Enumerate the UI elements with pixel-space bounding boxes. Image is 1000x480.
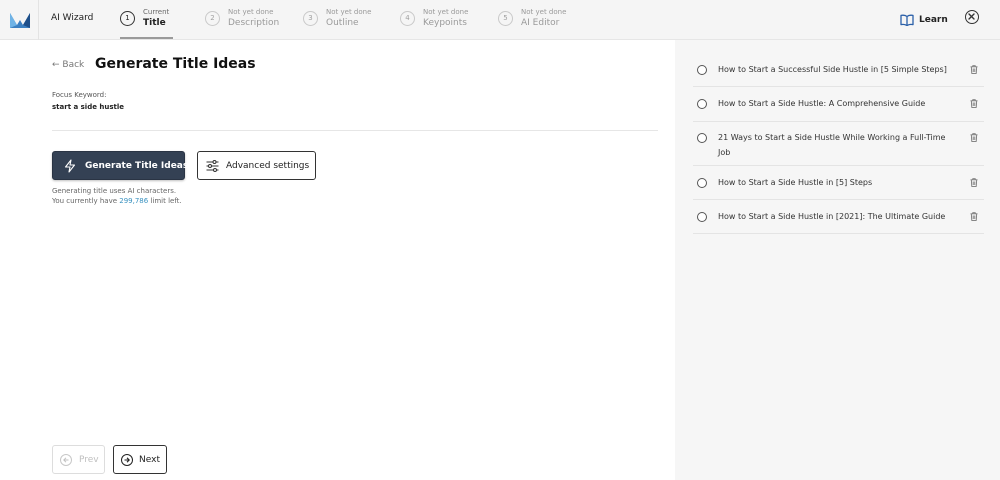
step-description[interactable]: 2 Not yet done Description <box>205 7 285 37</box>
title-idea-item[interactable]: How to Start a Successful Side Hustle in… <box>693 52 984 87</box>
step-number: 1 <box>120 11 135 26</box>
trash-icon[interactable] <box>970 212 978 221</box>
trash-icon[interactable] <box>970 99 978 108</box>
close-icon <box>968 13 975 20</box>
title-idea-text: 21 Ways to Start a Side Hustle While Wor… <box>718 133 946 157</box>
title-idea-text: How to Start a Side Hustle in [5] Steps <box>718 178 873 187</box>
step-ai-editor[interactable]: 5 Not yet done AI Editor <box>498 7 578 37</box>
app-logo-icon[interactable] <box>8 8 32 32</box>
logo-divider <box>38 0 39 40</box>
step-keypoints[interactable]: 4 Not yet done Keypoints <box>400 7 480 37</box>
arrow-right-circle-icon <box>121 454 133 466</box>
sliders-icon <box>206 160 219 172</box>
title-idea-text: How to Start a Side Hustle in [2021]: Th… <box>718 212 946 221</box>
close-wizard-button[interactable] <box>965 10 979 24</box>
focus-keyword-label: Focus Keyword: <box>52 91 107 99</box>
step-name: Outline <box>326 18 359 28</box>
lightning-icon <box>64 159 76 173</box>
title-idea-text: How to Start a Side Hustle: A Comprehens… <box>718 99 926 108</box>
advanced-settings-button[interactable]: Advanced settings <box>197 151 316 180</box>
top-bar: AI Wizard 1 Current Title 2 Not yet done… <box>0 0 1000 40</box>
next-button[interactable]: Next <box>113 445 167 474</box>
title-idea-radio[interactable] <box>697 133 707 143</box>
arrow-left-circle-icon <box>60 454 72 466</box>
generate-title-ideas-button[interactable]: Generate Title Ideas <box>52 151 189 180</box>
current-step-indicator <box>120 37 173 39</box>
trash-icon[interactable] <box>970 65 978 74</box>
step-name: Title <box>143 18 166 28</box>
advanced-button-label: Advanced settings <box>226 161 310 171</box>
title-idea-item[interactable]: How to Start a Side Hustle in [5] Steps <box>693 166 984 200</box>
step-status: Not yet done <box>228 8 274 16</box>
step-number: 5 <box>498 11 513 26</box>
limit-note: You currently have 299,786 limit left. <box>52 197 182 205</box>
step-number: 4 <box>400 11 415 26</box>
step-title[interactable]: 1 Current Title <box>120 7 180 37</box>
trash-icon[interactable] <box>970 133 978 142</box>
character-limit: 299,786 <box>119 197 149 205</box>
step-number: 2 <box>205 11 220 26</box>
prev-label: Prev <box>79 455 99 465</box>
title-idea-item[interactable]: How to Start a Side Hustle in [2021]: Th… <box>693 200 984 234</box>
step-status: Not yet done <box>326 8 372 16</box>
limit-suffix: limit left. <box>148 197 182 205</box>
back-link[interactable]: ← Back <box>52 60 84 70</box>
limit-prefix: You currently have <box>52 197 120 205</box>
learn-button[interactable]: Learn <box>900 12 948 28</box>
usage-note: Generating title uses AI characters. <box>52 187 177 195</box>
title-idea-radio[interactable] <box>697 99 707 109</box>
title-idea-radio[interactable] <box>697 178 707 188</box>
title-idea-radio[interactable] <box>697 212 707 222</box>
step-name: Description <box>228 18 280 28</box>
section-divider <box>52 130 658 131</box>
title-ideas-panel: How to Start a Successful Side Hustle in… <box>675 40 1000 480</box>
generate-button-label: Generate Title Ideas <box>85 161 189 171</box>
learn-label: Learn <box>919 15 948 25</box>
title-idea-text: How to Start a Successful Side Hustle in… <box>718 65 947 74</box>
step-number: 3 <box>303 11 318 26</box>
step-status: Not yet done <box>521 8 567 16</box>
step-status: Not yet done <box>423 8 469 16</box>
step-name: Keypoints <box>423 18 467 28</box>
next-label: Next <box>139 455 160 465</box>
app-title: AI Wizard <box>51 13 94 23</box>
trash-icon[interactable] <box>970 178 978 187</box>
step-status: Current <box>143 8 170 16</box>
book-icon <box>900 14 914 26</box>
title-idea-item[interactable]: 21 Ways to Start a Side Hustle While Wor… <box>693 122 984 166</box>
focus-keyword-value: start a side hustle <box>52 103 125 111</box>
title-idea-item[interactable]: How to Start a Side Hustle: A Comprehens… <box>693 87 984 122</box>
page-title: Generate Title Ideas <box>95 56 256 72</box>
step-outline[interactable]: 3 Not yet done Outline <box>303 7 383 37</box>
prev-button[interactable]: Prev <box>52 445 105 474</box>
title-idea-radio[interactable] <box>697 65 707 75</box>
step-name: AI Editor <box>521 18 560 28</box>
